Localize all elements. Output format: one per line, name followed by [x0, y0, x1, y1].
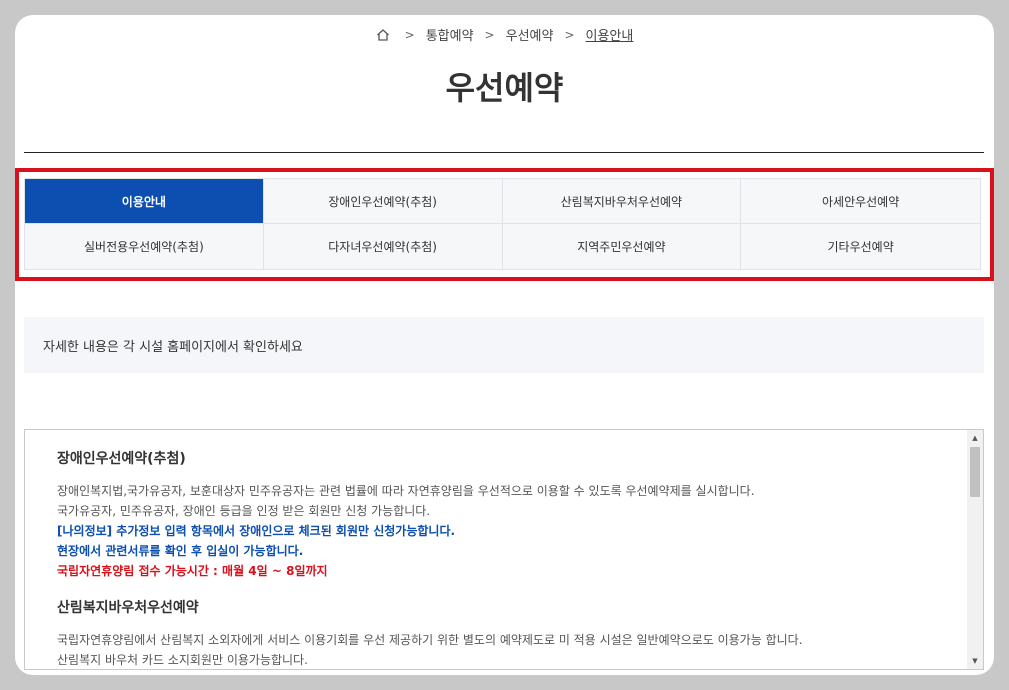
breadcrumb-item[interactable]: 우선예약: [506, 25, 554, 44]
tab-usage-guide[interactable]: 이용안내: [25, 179, 264, 224]
breadcrumb-item[interactable]: 통합예약: [426, 25, 474, 44]
tab-other-priority[interactable]: 기타우선예약: [741, 224, 980, 269]
content-scroll-box[interactable]: 장애인우선예약(추첨) 장애인복지법,국가유공자, 보훈대상자 민주유공자는 관…: [24, 429, 984, 670]
section-text: 장애인복지법,국가유공자, 보훈대상자 민주유공자는 관련 법률에 따라 자연휴…: [57, 484, 755, 498]
breadcrumb-current[interactable]: 이용안내: [586, 25, 634, 44]
tab-local-resident-priority[interactable]: 지역주민우선예약: [502, 224, 742, 269]
title-divider: [24, 152, 984, 153]
notice-box: 자세한 내용은 각 시설 홈페이지에서 확인하세요: [24, 317, 984, 373]
chevron-right-icon: >: [564, 27, 575, 42]
notice-text: 자세한 내용은 각 시설 홈페이지에서 확인하세요: [43, 339, 303, 355]
section-text: 국가유공자, 민주유공자, 장애인 등급을 인정 받은 회원만 신청 가능합니다…: [57, 504, 431, 518]
section-text-warning: 국립자연휴양림 접수 가능시간 : 매월 4일 ~ 8일까지: [57, 564, 328, 578]
section-title: 장애인우선예약(추첨): [57, 451, 186, 467]
tab-asean-priority[interactable]: 아세안우선예약: [741, 179, 980, 224]
section-text-emphasis: 현장에서 관련서류를 확인 후 입실이 가능합니다.: [57, 544, 304, 558]
main-card: > 통합예약 > 우선예약 > 이용안내 우선예약 이용안내 장애인우선예약(추…: [15, 15, 994, 675]
chevron-right-icon: >: [404, 27, 415, 42]
content-inner: 장애인우선예약(추첨) 장애인복지법,국가유공자, 보훈대상자 민주유공자는 관…: [25, 430, 965, 669]
page-title: 우선예약: [445, 69, 564, 107]
home-icon[interactable]: [376, 28, 390, 42]
section-text: 산림복지 바우처 카드 소지회원만 이용가능합니다.: [57, 653, 308, 667]
tab-menu: 이용안내 장애인우선예약(추첨) 산림복지바우처우선예약 아세안우선예약 실버전…: [24, 178, 981, 270]
section-title: 산림복지바우처우선예약: [57, 600, 199, 616]
scrollbar[interactable]: ▲ ▼: [967, 430, 983, 669]
scroll-thumb[interactable]: [970, 447, 980, 497]
tab-forest-voucher-priority[interactable]: 산림복지바우처우선예약: [502, 179, 742, 224]
breadcrumb: > 통합예약 > 우선예약 > 이용안내: [15, 25, 994, 44]
tab-silver-priority[interactable]: 실버전용우선예약(추첨): [25, 224, 264, 269]
tab-multi-child-priority[interactable]: 다자녀우선예약(추첨): [263, 224, 503, 269]
section-text-emphasis: [나의정보] 추가정보 입력 항목에서 장애인으로 체크된 회원만 신청가능합니…: [57, 524, 456, 538]
scroll-down-arrow-icon[interactable]: ▼: [967, 653, 983, 669]
section-text: 국립자연휴양림에서 산림복지 소외자에게 서비스 이용기회를 우선 제공하기 위…: [57, 633, 803, 647]
scroll-up-arrow-icon[interactable]: ▲: [967, 430, 983, 446]
chevron-right-icon: >: [484, 27, 495, 42]
tab-disabled-priority[interactable]: 장애인우선예약(추첨): [263, 179, 503, 224]
